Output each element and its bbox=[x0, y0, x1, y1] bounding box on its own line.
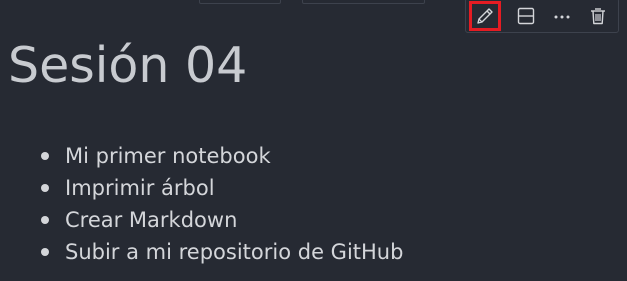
notebook-markdown-cell: Sesión 04 Mi primer notebook Imprimir ár… bbox=[0, 0, 627, 281]
top-toolbar-button[interactable] bbox=[199, 0, 281, 4]
top-toolbar-button[interactable] bbox=[302, 0, 425, 4]
bullet-icon bbox=[41, 248, 49, 256]
cell-bullet-list: Mi primer notebook Imprimir árbol Crear … bbox=[0, 140, 403, 268]
cell-heading: Sesión 04 bbox=[8, 37, 248, 94]
cell-toolbar bbox=[465, 0, 619, 33]
delete-cell-button[interactable] bbox=[582, 1, 614, 31]
list-item-text: Imprimir árbol bbox=[65, 176, 215, 200]
split-cell-icon bbox=[517, 7, 535, 25]
list-item: Imprimir árbol bbox=[0, 172, 403, 204]
more-actions-button[interactable] bbox=[546, 1, 578, 31]
list-item-text: Subir a mi repositorio de GitHub bbox=[65, 240, 404, 264]
more-actions-icon bbox=[554, 15, 570, 19]
list-item-text: Mi primer notebook bbox=[65, 144, 271, 168]
bullet-icon bbox=[41, 152, 49, 160]
list-item-text: Crear Markdown bbox=[65, 208, 238, 232]
list-item: Mi primer notebook bbox=[0, 140, 403, 172]
list-item: Subir a mi repositorio de GitHub bbox=[0, 236, 403, 268]
bullet-icon bbox=[41, 184, 49, 192]
pencil-icon bbox=[477, 8, 493, 24]
edit-cell-button[interactable] bbox=[469, 1, 501, 31]
bullet-icon bbox=[41, 216, 49, 224]
split-cell-button[interactable] bbox=[510, 1, 542, 31]
list-item: Crear Markdown bbox=[0, 204, 403, 236]
trash-icon bbox=[591, 8, 605, 25]
